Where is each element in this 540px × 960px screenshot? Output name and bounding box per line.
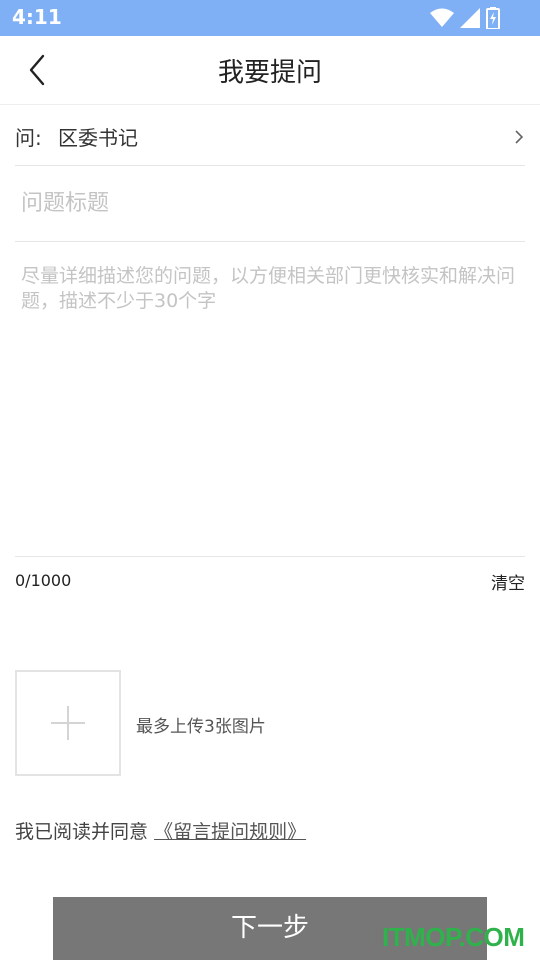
clear-button[interactable]: 清空 [491,569,525,594]
header: 我要提问 [0,36,540,105]
agreement-text: 我已阅读并同意 [15,821,149,843]
question-content-field [15,258,525,557]
question-content-textarea[interactable] [15,258,525,556]
wifi-icon [430,8,454,28]
recipient-value: 区委书记 [58,126,138,150]
status-bar: 4:11 [0,0,540,36]
rules-link[interactable]: 《留言提问规则》 [154,821,306,843]
question-title-field [15,166,525,242]
char-counter: 0/1000 [15,571,72,590]
agreement: 我已阅读并同意 《留言提问规则》 [15,817,306,844]
add-image-button[interactable] [15,670,121,776]
recipient-selector[interactable]: 问: 区委书记 [15,105,525,166]
status-icons [430,7,500,29]
recipient-label: 问: [15,126,42,150]
battery-charging-icon [486,7,500,29]
chevron-right-icon [515,129,524,148]
status-time: 4:11 [12,5,62,29]
question-title-input[interactable] [15,166,525,241]
plus-icon [51,706,85,744]
page-title: 我要提问 [217,58,322,88]
signal-icon [460,8,480,28]
upload-hint: 最多上传3张图片 [136,717,266,737]
watermark: ITMOP.COM [382,922,525,952]
